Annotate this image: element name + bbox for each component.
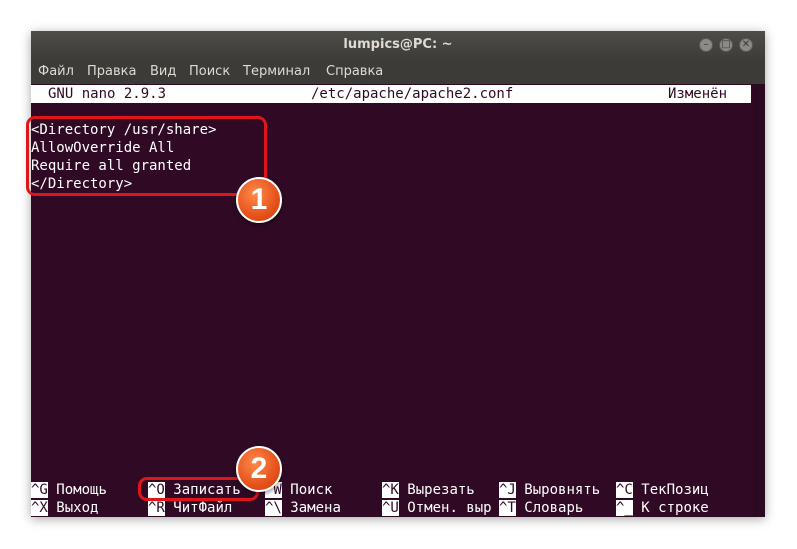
menu-search[interactable]: Поиск	[189, 64, 230, 79]
menu-edit[interactable]: Правка	[87, 64, 136, 79]
nano-header: GNU nano 2.9.3 /etc/apache/apache2.conf …	[31, 85, 751, 103]
menu-view[interactable]: Вид	[150, 64, 176, 79]
shortcut-key: ^X	[31, 500, 48, 516]
shortcut-justify[interactable]: ^J Выровнять	[499, 482, 600, 498]
shortcut-read-file[interactable]: ^R ЧитФайл	[148, 500, 232, 516]
menu-file[interactable]: Файл	[38, 64, 74, 79]
shortcut-cut[interactable]: ^K Вырезать	[382, 482, 475, 498]
step-badge-1: 1	[236, 177, 282, 223]
shortcut-replace[interactable]: ^\ Замена	[265, 500, 341, 516]
shortcut-curpos[interactable]: ^C ТекПозиц	[616, 482, 709, 498]
nano-status: Изменён	[668, 86, 728, 102]
shortcut-key: ^\	[265, 500, 282, 516]
menu-help[interactable]: Справка	[326, 64, 383, 79]
menu-bar: Файл Правка Вид Поиск Терминал Справка	[31, 60, 765, 84]
nano-version: GNU nano 2.9.3	[48, 86, 167, 102]
step-badge-2: 2	[236, 446, 282, 492]
maximize-button[interactable]: □	[719, 38, 733, 52]
shortcut-label: Поиск	[290, 482, 333, 498]
shortcut-label: К строке	[641, 500, 709, 516]
shortcut-key: ^C	[616, 482, 633, 498]
shortcut-label: Словарь	[524, 500, 584, 516]
title-bar[interactable]: lumpics@PC: ~ – □ ✕	[31, 31, 765, 60]
shortcut-uncut[interactable]: ^U Отмен. выр	[382, 500, 492, 516]
shortcut-label: Вырезать	[407, 482, 475, 498]
highlight-box-content	[26, 116, 267, 196]
scrollbar[interactable]	[753, 84, 765, 517]
shortcut-key: ^T	[499, 500, 516, 516]
shortcut-key: ^J	[499, 482, 516, 498]
nano-filename: /etc/apache/apache2.conf	[311, 86, 514, 102]
shortcut-key: ^G	[31, 482, 48, 498]
menu-terminal[interactable]: Терминал	[243, 64, 310, 79]
window-title: lumpics@PC: ~	[343, 37, 453, 52]
terminal-window: lumpics@PC: ~ – □ ✕ Файл Правка Вид Поис…	[31, 31, 765, 517]
shortcut-spell[interactable]: ^T Словарь	[499, 500, 583, 516]
shortcut-label: ТекПозиц	[641, 482, 709, 498]
shortcut-goto-line[interactable]: ^_ К строке	[616, 500, 709, 516]
shortcut-label: Отмен. выр	[407, 500, 492, 516]
shortcut-label: Замена	[290, 500, 341, 516]
shortcut-key: ^_	[616, 500, 633, 516]
shortcut-label: Помощь	[56, 482, 107, 498]
close-button[interactable]: ✕	[739, 38, 753, 52]
shortcut-label: Выход	[56, 500, 99, 516]
shortcut-exit[interactable]: ^X Выход	[31, 500, 98, 516]
shortcut-label: ЧитФайл	[173, 500, 233, 516]
minimize-button[interactable]: –	[699, 38, 713, 52]
shortcut-key: ^K	[382, 482, 399, 498]
shortcut-key: ^R	[148, 500, 165, 516]
shortcut-help[interactable]: ^G Помощь	[31, 482, 107, 498]
shortcut-key: ^U	[382, 500, 399, 516]
shortcut-label: Выровнять	[524, 482, 601, 498]
